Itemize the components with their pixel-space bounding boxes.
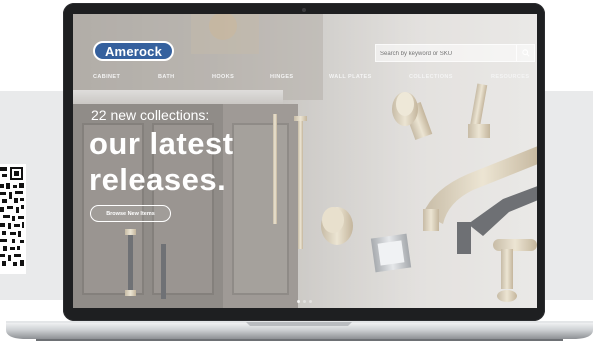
nav-item-resources[interactable]: RESOURCES — [491, 74, 529, 80]
search-bar[interactable] — [375, 44, 535, 62]
search-button[interactable] — [516, 45, 534, 61]
carousel-dot[interactable] — [303, 300, 306, 303]
hero-headline: our latest releases. — [89, 126, 234, 198]
carousel-dots — [297, 300, 313, 304]
website-screen: Amerock CABINET BATH HOOKS HINGES WALL P… — [73, 14, 537, 308]
nav-item-hinges[interactable]: HINGES — [270, 74, 294, 80]
qr-code — [0, 164, 26, 274]
amerock-logo[interactable]: Amerock — [93, 41, 174, 61]
browse-new-items-button[interactable]: Browse New Items — [90, 205, 171, 222]
nav-item-wall-plates[interactable]: WALL PLATES — [329, 74, 372, 80]
nav-item-cabinet[interactable]: CABINET — [93, 74, 120, 80]
nav-item-hooks[interactable]: HOOKS — [212, 74, 234, 80]
search-input[interactable] — [380, 48, 510, 59]
search-icon — [521, 49, 530, 57]
nav-item-bath[interactable]: BATH — [158, 74, 174, 80]
carousel-dot[interactable] — [297, 300, 300, 303]
nav-item-collections[interactable]: COLLECTIONS — [409, 74, 453, 80]
hero-subtitle: 22 new collections: — [91, 107, 210, 123]
logo-text: Amerock — [104, 43, 163, 59]
main-nav: CABINET BATH HOOKS HINGES WALL PLATES CO… — [93, 74, 533, 84]
carousel-dot[interactable] — [309, 300, 312, 303]
camera-icon — [302, 8, 306, 12]
browse-new-items-label: Browse New Items — [106, 210, 155, 217]
laptop-base — [6, 318, 593, 342]
hero-headline-line-1: our latest — [89, 126, 234, 161]
hero-headline-line-2: releases. — [89, 162, 227, 197]
